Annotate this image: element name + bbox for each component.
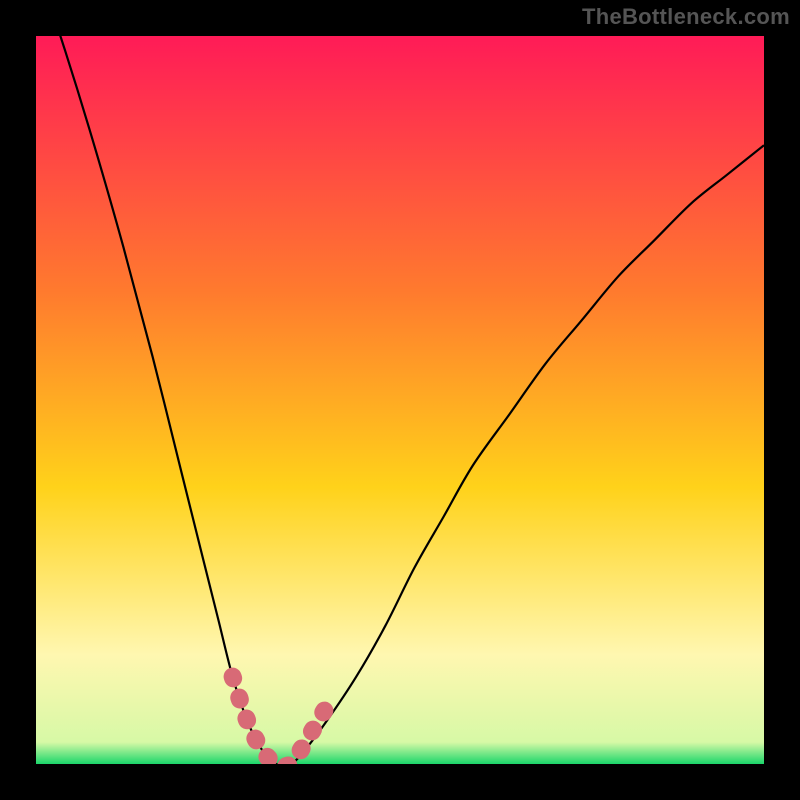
gradient-background [36,36,764,764]
bottleneck-chart [36,36,764,764]
plot-area [36,36,764,764]
chart-frame: { "attribution": "TheBottleneck.com", "c… [0,0,800,800]
attribution-text: TheBottleneck.com [582,4,790,30]
